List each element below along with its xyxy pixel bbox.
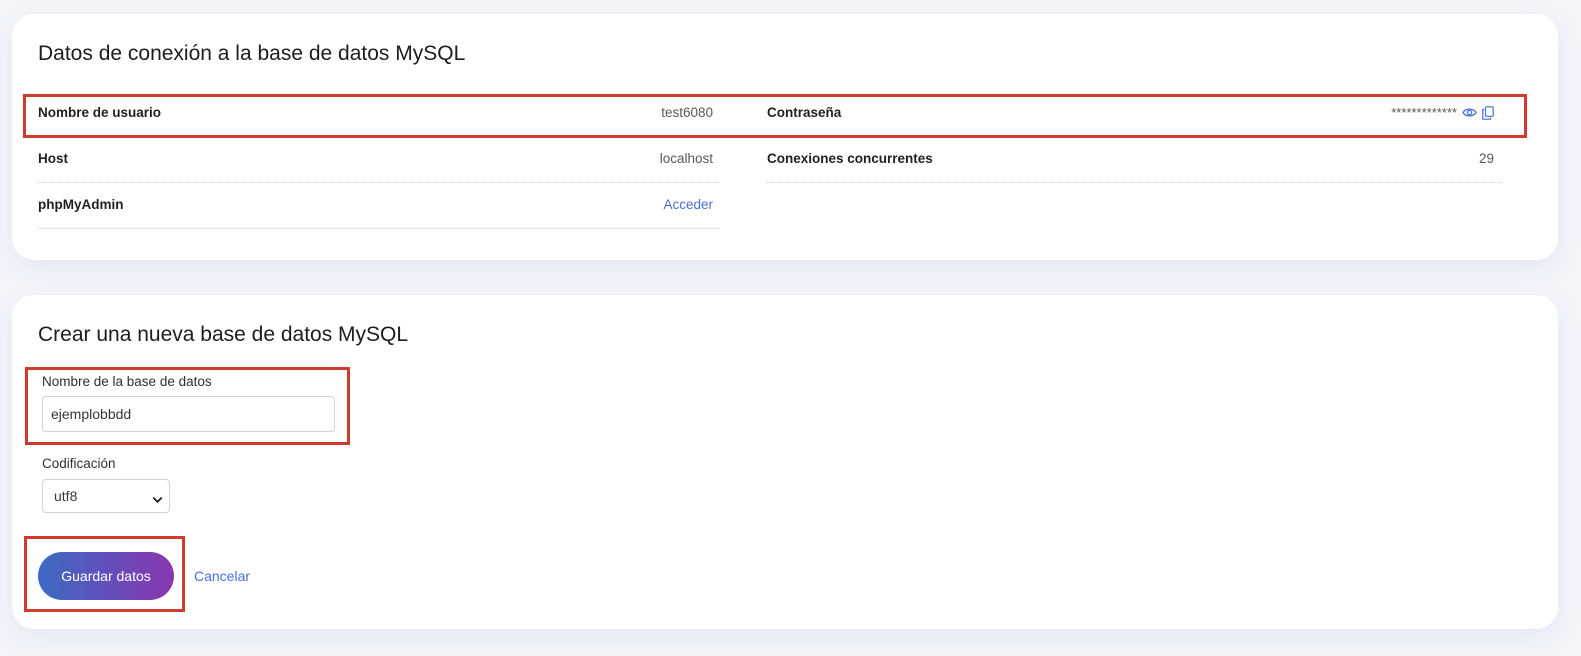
encoding-selected-value: utf8 <box>54 488 78 504</box>
dbname-input[interactable] <box>42 396 335 432</box>
password-value: ************* <box>1391 105 1457 120</box>
dbname-label: Nombre de la base de datos <box>42 374 212 389</box>
connection-card: Datos de conexión a la base de datos MyS… <box>12 14 1558 260</box>
connections-value: 29 <box>1478 151 1494 166</box>
host-row: Host localhost <box>38 137 719 183</box>
username-label: Nombre de usuario <box>38 105 162 120</box>
host-value: localhost <box>659 151 713 166</box>
copy-icon[interactable] <box>1482 105 1494 120</box>
phpmyadmin-access-link[interactable]: Acceder <box>663 197 713 212</box>
connections-row: Conexiones concurrentes 29 <box>767 137 1502 183</box>
encoding-label: Codificación <box>42 456 116 471</box>
create-db-title: Crear una nueva base de datos MySQL <box>38 323 409 346</box>
username-value: test6080 <box>661 105 713 120</box>
phpmyadmin-label: phpMyAdmin <box>38 197 124 212</box>
connections-label: Conexiones concurrentes <box>767 151 933 166</box>
save-button[interactable]: Guardar datos <box>38 552 174 600</box>
save-button-label: Guardar datos <box>61 568 151 584</box>
encoding-select[interactable]: utf8 <box>42 479 170 513</box>
username-row: Nombre de usuario test6080 <box>38 91 719 137</box>
password-value-group: ************* <box>1391 105 1494 120</box>
eye-icon[interactable] <box>1462 107 1477 118</box>
chevron-down-icon <box>152 491 163 507</box>
phpmyadmin-row: phpMyAdmin Acceder <box>38 183 719 229</box>
host-label: Host <box>38 151 68 166</box>
password-row: Contraseña ************* <box>767 91 1502 137</box>
cancel-link[interactable]: Cancelar <box>194 568 250 584</box>
connection-title: Datos de conexión a la base de datos MyS… <box>38 42 466 65</box>
password-label: Contraseña <box>767 105 842 120</box>
create-db-card: Crear una nueva base de datos MySQL Nomb… <box>12 295 1558 629</box>
